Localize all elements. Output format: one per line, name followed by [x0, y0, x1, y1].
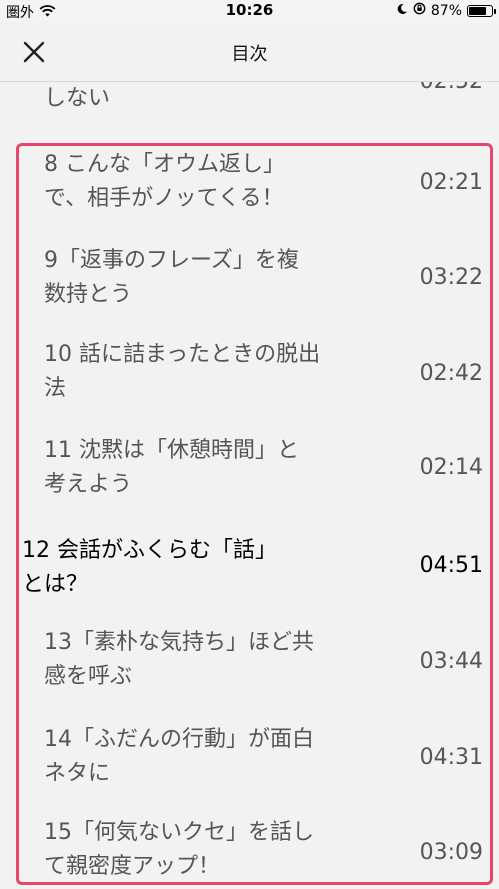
chapter-duration: 02:52: [420, 82, 483, 96]
status-bar: 圏外 10:26 87%: [0, 0, 499, 22]
battery-percent: 87%: [430, 2, 462, 19]
nav-bar: 目次: [0, 22, 499, 82]
chapter-row-7[interactable]: しない 02:52: [0, 82, 499, 130]
battery-fill: [469, 6, 486, 15]
chapter-list[interactable]: しない 02:52 8 こんな「オウム返し」 で、相手がノッてくる！ 02:21…: [0, 82, 499, 889]
status-right: 87%: [396, 2, 496, 19]
orientation-lock-icon: [413, 2, 426, 19]
battery-icon: [467, 4, 496, 17]
highlight-frame: [16, 143, 493, 885]
moon-icon: [396, 3, 408, 19]
chapter-title: しない: [44, 82, 374, 116]
chapter-title-line1: しない: [44, 86, 111, 111]
page-title: 目次: [231, 44, 268, 65]
